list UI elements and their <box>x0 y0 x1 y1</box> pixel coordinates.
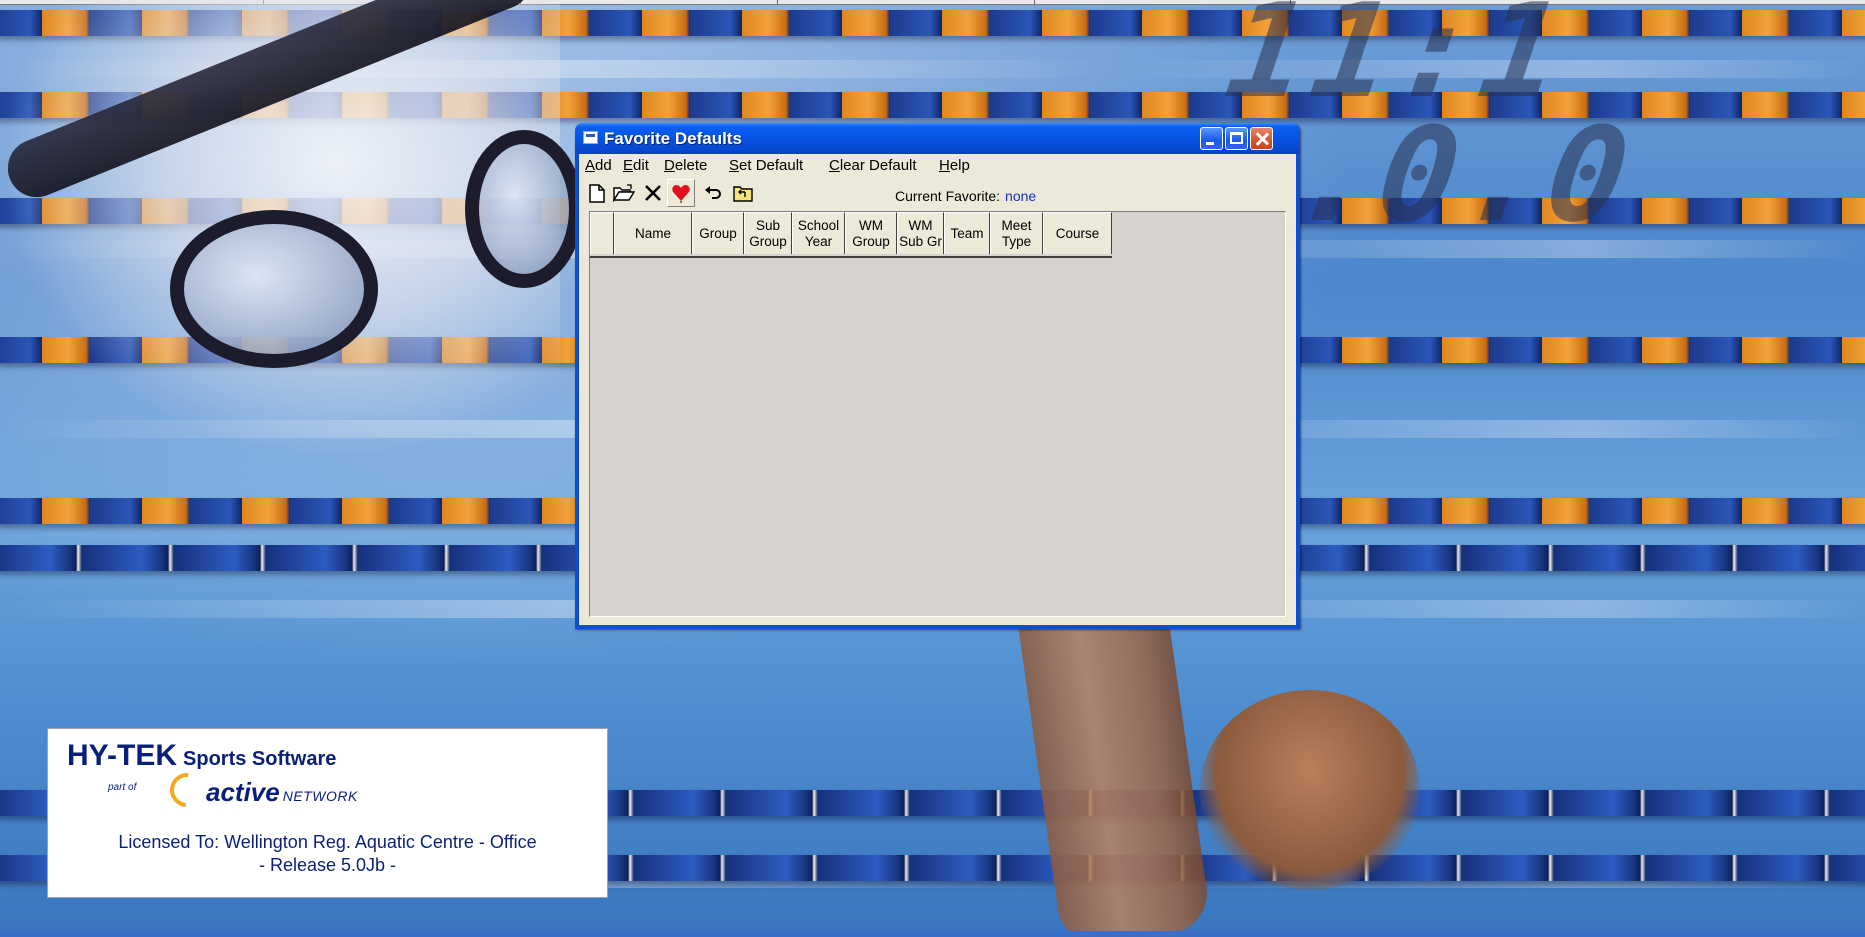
column-header-meet-type[interactable]: Meet Type <box>990 212 1043 254</box>
active-network-logo: active NETWORK <box>163 766 358 814</box>
maximize-button[interactable] <box>1225 127 1248 150</box>
menubar: Add Edit Delete Set Default Clear Defaul… <box>579 154 1296 176</box>
column-header-course[interactable]: Course <box>1043 212 1112 254</box>
swimmer-head <box>1200 690 1420 890</box>
minimize-button[interactable] <box>1200 127 1223 150</box>
current-favorite-label: Current Favorite: <box>895 188 1001 204</box>
toolbar: Current Favorite: none <box>579 176 1296 210</box>
favorite-defaults-window: Favorite Defaults Add Edit Delete Set De… <box>575 123 1300 629</box>
new-document-icon[interactable] <box>585 180 609 206</box>
open-folder-icon[interactable] <box>612 180 636 206</box>
menu-delete[interactable]: Delete <box>664 157 707 174</box>
current-favorite-value: none <box>1005 188 1037 204</box>
license-panel: HY-TEK Sports Software part of active NETW… <box>47 728 608 898</box>
menu-clear-default[interactable]: Clear Default <box>829 157 917 174</box>
column-header-wm-group[interactable]: WM Group <box>845 212 897 254</box>
menu-edit[interactable]: Edit <box>623 157 649 174</box>
column-header-group[interactable]: Group <box>692 212 744 254</box>
undo-icon[interactable] <box>701 180 725 206</box>
bottom-bar <box>0 931 1865 937</box>
menu-add[interactable]: Add <box>585 157 612 174</box>
menu-help[interactable]: Help <box>939 157 970 174</box>
current-favorite: Current Favorite: none <box>895 188 1036 204</box>
close-button[interactable] <box>1250 127 1273 150</box>
active-swoosh-icon <box>163 766 211 814</box>
menu-set-default[interactable]: Set Default <box>729 157 803 174</box>
window-client-area: Add Edit Delete Set Default Clear Defaul… <box>579 154 1296 625</box>
column-header-team[interactable]: Team <box>944 212 990 254</box>
column-header-sub-group[interactable]: Sub Group <box>744 212 792 254</box>
column-header-wm-sub-gr[interactable]: WM Sub Gr <box>897 212 944 254</box>
goggle-lens <box>170 210 378 368</box>
grid-header: Name Group Sub Group School Year WM Group W… <box>590 212 1112 258</box>
column-header-selector[interactable] <box>590 212 614 254</box>
column-header-name[interactable]: Name <box>614 212 692 254</box>
window-titlebar[interactable]: Favorite Defaults <box>575 123 1300 154</box>
part-of-label: part of <box>108 782 137 793</box>
heart-favorite-icon[interactable] <box>667 179 695 207</box>
window-title: Favorite Defaults <box>604 129 742 148</box>
licensed-to-text: Licensed To: Wellington Reg. Aquatic Cen… <box>118 832 537 852</box>
column-header-school-year[interactable]: School Year <box>792 212 845 254</box>
delete-x-icon[interactable] <box>641 180 665 206</box>
hytek-logo: HY-TEK Sports Software <box>67 739 337 772</box>
goggle-lens <box>465 130 583 288</box>
release-text: - Release 5.0Jb - <box>258 855 397 875</box>
back-folder-icon[interactable] <box>731 180 755 206</box>
favorites-grid[interactable]: Name Group Sub Group School Year WM Group W… <box>589 211 1286 617</box>
window-app-icon[interactable] <box>583 131 598 144</box>
